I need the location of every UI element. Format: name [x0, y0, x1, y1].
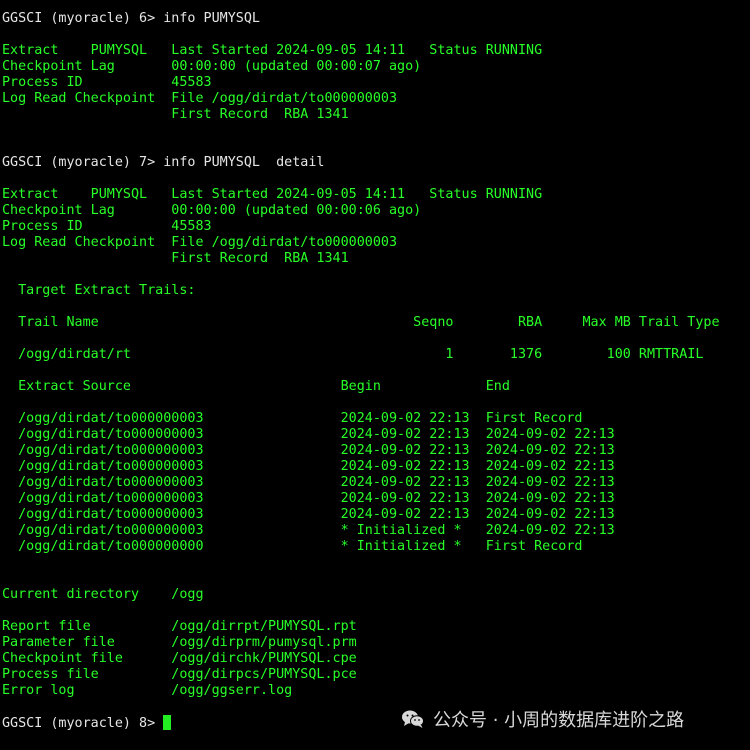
output-line: Current directory /ogg — [2, 587, 204, 602]
output-line: Error log /ogg/ggserr.log — [2, 683, 293, 698]
output-line: Checkpoint Lag 00:00:00 (updated 00:00:0… — [2, 59, 422, 74]
output-line: Process ID 45583 — [2, 219, 212, 234]
watermark: 公众号 · 小周的数据库进阶之路 — [401, 707, 684, 731]
output-line: Report file /ogg/dirrpt/PUMYSQL.rpt — [2, 619, 357, 634]
output-line: /ogg/dirdat/to000000000 * Initialized * … — [2, 539, 583, 554]
prompt-line: GGSCI (myoracle) 7> info PUMYSQL detail — [2, 155, 325, 170]
output-line: First Record RBA 1341 — [2, 251, 349, 266]
output-line: Log Read Checkpoint File /ogg/dirdat/to0… — [2, 91, 398, 106]
output-line: Process ID 45583 — [2, 75, 212, 90]
output-line: /ogg/dirdat/rt 1 1376 100 RMTTRAIL — [2, 347, 704, 362]
output-line: /ogg/dirdat/to000000003 2024-09-02 22:13… — [2, 443, 615, 458]
terminal-cursor — [163, 715, 172, 730]
output-line: Trail Name Seqno RBA Max MB Trail Type — [2, 315, 720, 330]
output-line: Extract Source Begin End — [2, 379, 510, 394]
output-line: /ogg/dirdat/to000000003 2024-09-02 22:13… — [2, 491, 615, 506]
wechat-icon — [402, 710, 424, 728]
output-line: Process file /ogg/dirpcs/PUMYSQL.pce — [2, 667, 357, 682]
output-line: Log Read Checkpoint File /ogg/dirdat/to0… — [2, 235, 398, 250]
output-line: Checkpoint file /ogg/dirchk/PUMYSQL.cpe — [2, 651, 357, 666]
output-line: Extract PUMYSQL Last Started 2024-09-05 … — [2, 187, 543, 202]
prompt-line: GGSCI (myoracle) 6> info PUMYSQL — [2, 11, 260, 26]
output-line: /ogg/dirdat/to000000003 2024-09-02 22:13… — [2, 507, 615, 522]
output-line: /ogg/dirdat/to000000003 2024-09-02 22:13… — [2, 411, 583, 426]
output-line: Parameter file /ogg/dirprm/pumysql.prm — [2, 635, 357, 650]
output-line: First Record RBA 1341 — [2, 107, 349, 122]
terminal-window[interactable]: GGSCI (myoracle) 6> info PUMYSQL Extract … — [2, 11, 747, 748]
output-line: /ogg/dirdat/to000000003 2024-09-02 22:13… — [2, 427, 615, 442]
watermark-text: 公众号 · 小周的数据库进阶之路 — [433, 710, 685, 731]
output-line: /ogg/dirdat/to000000003 2024-09-02 22:13… — [2, 459, 615, 474]
output-line: Target Extract Trails: — [2, 283, 196, 298]
output-line: /ogg/dirdat/to000000003 * Initialized * … — [2, 523, 615, 538]
output-line: /ogg/dirdat/to000000003 2024-09-02 22:13… — [2, 475, 615, 490]
output-line: Checkpoint Lag 00:00:00 (updated 00:00:0… — [2, 203, 422, 218]
prompt-line: GGSCI (myoracle) 8> — [2, 715, 172, 731]
output-line: Extract PUMYSQL Last Started 2024-09-05 … — [2, 43, 543, 58]
